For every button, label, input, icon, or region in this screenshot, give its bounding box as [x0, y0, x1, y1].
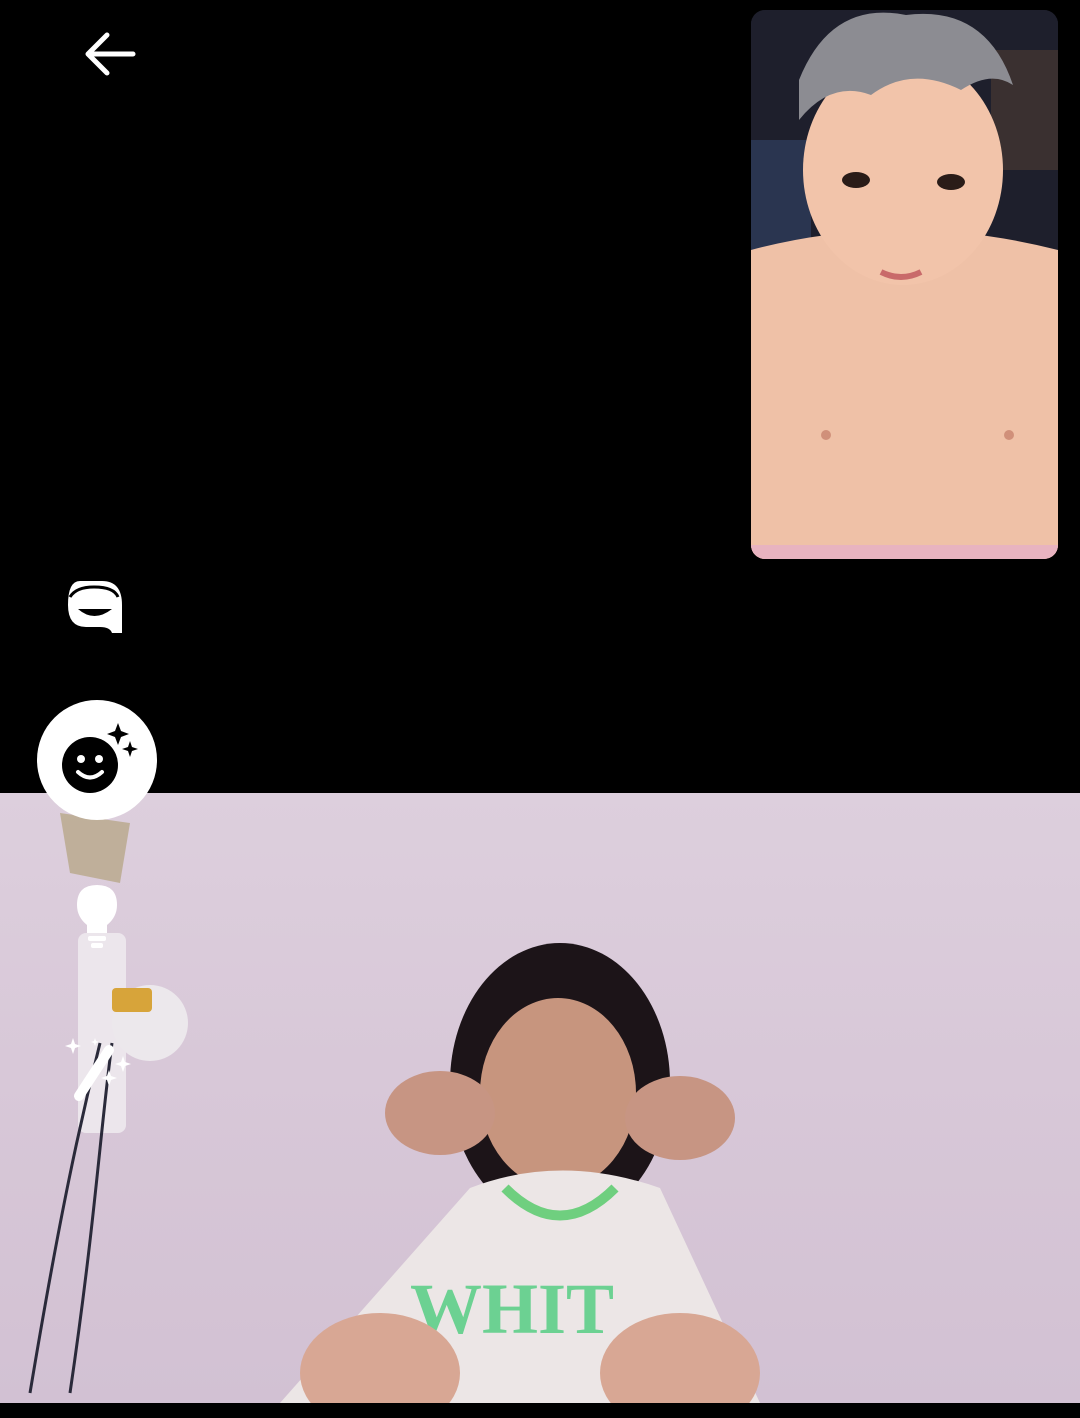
face-sparkle-icon [62, 723, 138, 793]
effects-button[interactable] [37, 700, 157, 820]
lightbulb-icon [77, 885, 117, 948]
back-button[interactable] [70, 24, 150, 84]
video-call-screen: WHIT [0, 0, 1080, 1418]
self-view-video[interactable] [751, 10, 1058, 559]
remote-video-feed[interactable]: WHIT [0, 793, 1080, 1403]
arrow-left-icon [85, 32, 136, 76]
avatar-button[interactable] [58, 572, 134, 640]
bottom-black-bar [0, 1403, 1080, 1418]
low-light-button[interactable] [64, 878, 130, 954]
magic-wand-icon [65, 1038, 131, 1101]
touch-up-button[interactable] [62, 1034, 138, 1104]
self-view-placeholder [751, 10, 1058, 559]
remote-video-placeholder: WHIT [28, 813, 760, 1403]
avatar-face-icon [68, 581, 122, 633]
